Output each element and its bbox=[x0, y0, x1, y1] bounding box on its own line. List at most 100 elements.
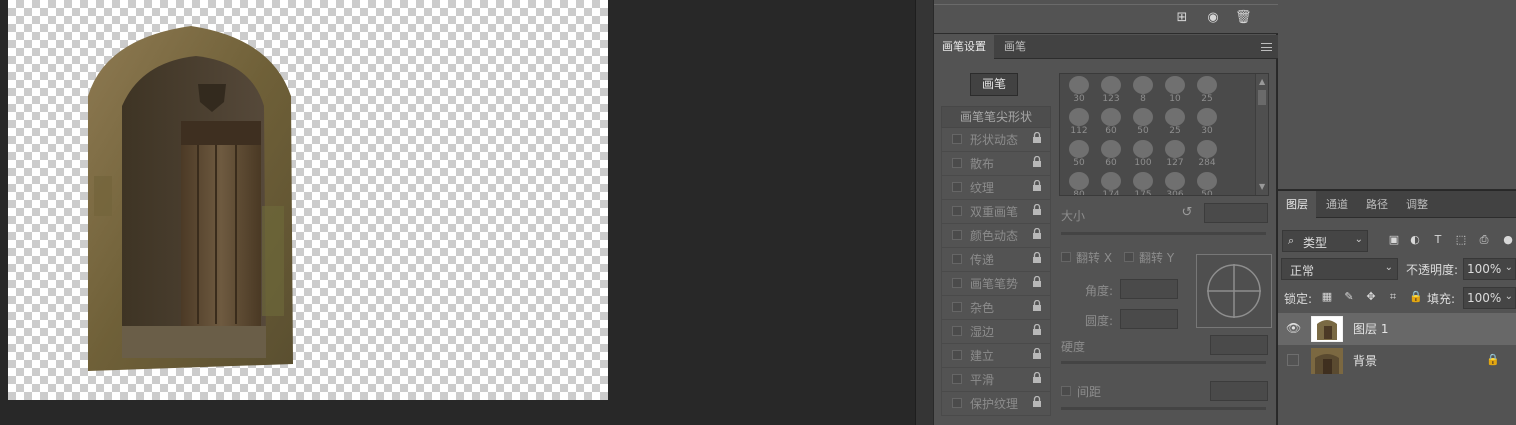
brush-preset[interactable]: 60 bbox=[1095, 138, 1127, 170]
visibility-toggle[interactable] bbox=[1287, 354, 1299, 366]
brush-option-2[interactable]: 纹理 bbox=[941, 176, 1051, 200]
scroll-down-icon[interactable]: ▼ bbox=[1259, 183, 1265, 191]
brush-preset[interactable]: 112 bbox=[1063, 106, 1095, 138]
brush-preset[interactable]: 60 bbox=[1095, 106, 1127, 138]
layer-filter-select[interactable]: ⌕ 类型 ⌄ bbox=[1282, 230, 1368, 252]
pixel-filter-icon[interactable]: ▣ bbox=[1388, 234, 1400, 246]
brush-preset[interactable]: 10 bbox=[1159, 74, 1191, 106]
camera-icon[interactable]: ◉ bbox=[1206, 11, 1220, 25]
lock-icon[interactable] bbox=[1032, 132, 1042, 144]
brush-preset[interactable]: 50 bbox=[1063, 138, 1095, 170]
lock-icon[interactable] bbox=[1032, 204, 1042, 216]
tab-brushes[interactable]: 画笔 bbox=[996, 35, 1034, 59]
option-checkbox[interactable] bbox=[952, 182, 962, 192]
adjustment-filter-icon[interactable]: ◐ bbox=[1409, 234, 1421, 246]
tab-layers[interactable]: 图层 bbox=[1278, 191, 1316, 218]
scroll-up-icon[interactable]: ▲ bbox=[1259, 78, 1265, 86]
brush-option-11[interactable]: 保护纹理 bbox=[941, 392, 1051, 416]
layer-row-layer1[interactable]: 👁 图层 1 bbox=[1278, 313, 1516, 345]
brush-option-10[interactable]: 平滑 bbox=[941, 368, 1051, 392]
spacing-slider[interactable] bbox=[1061, 407, 1266, 410]
brush-preset[interactable]: 284 bbox=[1191, 138, 1223, 170]
spacing-field[interactable] bbox=[1210, 381, 1268, 401]
trash-icon[interactable]: 🗑 bbox=[1235, 11, 1252, 25]
lock-icon[interactable] bbox=[1032, 300, 1042, 312]
scroll-thumb[interactable] bbox=[1258, 90, 1266, 105]
spacing-checkbox[interactable] bbox=[1061, 386, 1071, 396]
option-checkbox[interactable] bbox=[952, 302, 962, 312]
lock-icon[interactable] bbox=[1032, 228, 1042, 240]
brush-preset[interactable]: 127 bbox=[1159, 138, 1191, 170]
option-checkbox[interactable] bbox=[952, 398, 962, 408]
panel-menu-icon[interactable] bbox=[1261, 43, 1272, 51]
brush-option-3[interactable]: 双重画笔 bbox=[941, 200, 1051, 224]
option-checkbox[interactable] bbox=[952, 230, 962, 240]
opacity-field[interactable]: 100% ⌄ bbox=[1463, 258, 1516, 280]
brush-option-1[interactable]: 散布 bbox=[941, 152, 1051, 176]
option-checkbox[interactable] bbox=[952, 206, 962, 216]
layer-name[interactable]: 背景 bbox=[1353, 352, 1377, 369]
option-checkbox[interactable] bbox=[952, 254, 962, 264]
flip-x-checkbox[interactable] bbox=[1061, 252, 1071, 262]
size-field[interactable] bbox=[1204, 203, 1268, 223]
angle-field[interactable] bbox=[1120, 279, 1178, 299]
tab-adjustments[interactable]: 调整 bbox=[1398, 191, 1436, 218]
hardness-field[interactable] bbox=[1210, 335, 1268, 355]
eye-icon[interactable]: 👁 bbox=[1286, 321, 1302, 337]
blend-mode-select[interactable]: 正常 ⌄ bbox=[1281, 258, 1398, 280]
lock-image-icon[interactable]: ✎ bbox=[1343, 291, 1355, 303]
brush-preset[interactable]: 80 bbox=[1063, 170, 1095, 195]
brush-preset[interactable]: 30 bbox=[1191, 106, 1223, 138]
brush-preset[interactable]: 175 bbox=[1127, 170, 1159, 195]
brush-preset[interactable]: 30 bbox=[1063, 74, 1095, 106]
brush-preset[interactable]: 100 bbox=[1127, 138, 1159, 170]
fill-field[interactable]: 100% ⌄ bbox=[1463, 287, 1516, 309]
size-slider[interactable] bbox=[1061, 232, 1266, 235]
lock-icon[interactable] bbox=[1032, 372, 1042, 384]
layer-row-background[interactable]: 背景 🔒 bbox=[1278, 345, 1516, 377]
preset-scrollbar[interactable]: ▲ ▼ bbox=[1255, 74, 1268, 195]
shape-filter-icon[interactable]: ⬚ bbox=[1455, 234, 1467, 246]
tab-paths[interactable]: 路径 bbox=[1358, 191, 1396, 218]
option-checkbox[interactable] bbox=[952, 158, 962, 168]
brush-preset[interactable]: 8 bbox=[1127, 74, 1159, 106]
lock-icon[interactable] bbox=[1032, 324, 1042, 336]
filter-toggle-icon[interactable]: ● bbox=[1502, 234, 1514, 246]
lock-position-icon[interactable]: ✥ bbox=[1365, 291, 1377, 303]
lock-icon[interactable] bbox=[1032, 180, 1042, 192]
brush-tip-shape-item[interactable]: 画笔笔尖形状 bbox=[941, 106, 1051, 128]
document-canvas[interactable] bbox=[8, 0, 608, 400]
reset-size-icon[interactable]: ↺ bbox=[1180, 206, 1194, 220]
document-canvas-area[interactable] bbox=[0, 0, 915, 425]
hardness-slider[interactable] bbox=[1061, 361, 1266, 364]
brush-preset[interactable]: 50 bbox=[1191, 170, 1223, 195]
tab-brush-settings[interactable]: 画笔设置 bbox=[934, 35, 994, 59]
brush-option-6[interactable]: 画笔笔势 bbox=[941, 272, 1051, 296]
lock-icon[interactable] bbox=[1032, 252, 1042, 264]
option-checkbox[interactable] bbox=[952, 278, 962, 288]
brush-preset[interactable]: 306 bbox=[1159, 170, 1191, 195]
brush-preset-grid[interactable]: ▲ ▼ 30 123 8 10 25 112 60 50 25 30 50 60 100 127 284 80… bbox=[1059, 73, 1269, 196]
tab-channels[interactable]: 通道 bbox=[1318, 191, 1356, 218]
option-checkbox[interactable] bbox=[952, 326, 962, 336]
lock-icon[interactable] bbox=[1032, 276, 1042, 288]
brushes-button[interactable]: 画笔 bbox=[970, 73, 1018, 96]
lock-icon[interactable] bbox=[1032, 396, 1042, 408]
brush-preset[interactable]: 174 bbox=[1095, 170, 1127, 195]
roundness-field[interactable] bbox=[1120, 309, 1178, 329]
new-brush-icon[interactable]: ⊞ bbox=[1175, 11, 1189, 25]
brush-option-7[interactable]: 杂色 bbox=[941, 296, 1051, 320]
brush-option-9[interactable]: 建立 bbox=[941, 344, 1051, 368]
lock-transparent-icon[interactable]: ▦ bbox=[1321, 291, 1333, 303]
smart-object-filter-icon[interactable]: ⎙ bbox=[1478, 234, 1490, 246]
brush-preset[interactable]: 50 bbox=[1127, 106, 1159, 138]
type-filter-icon[interactable]: T bbox=[1432, 234, 1444, 246]
brush-option-5[interactable]: 传递 bbox=[941, 248, 1051, 272]
option-checkbox[interactable] bbox=[952, 134, 962, 144]
lock-all-icon[interactable]: 🔒 bbox=[1409, 291, 1423, 303]
brush-preset[interactable]: 25 bbox=[1191, 74, 1223, 106]
brush-option-4[interactable]: 颜色动态 bbox=[941, 224, 1051, 248]
option-checkbox[interactable] bbox=[952, 350, 962, 360]
option-checkbox[interactable] bbox=[952, 374, 962, 384]
layer-name[interactable]: 图层 1 bbox=[1353, 320, 1388, 337]
